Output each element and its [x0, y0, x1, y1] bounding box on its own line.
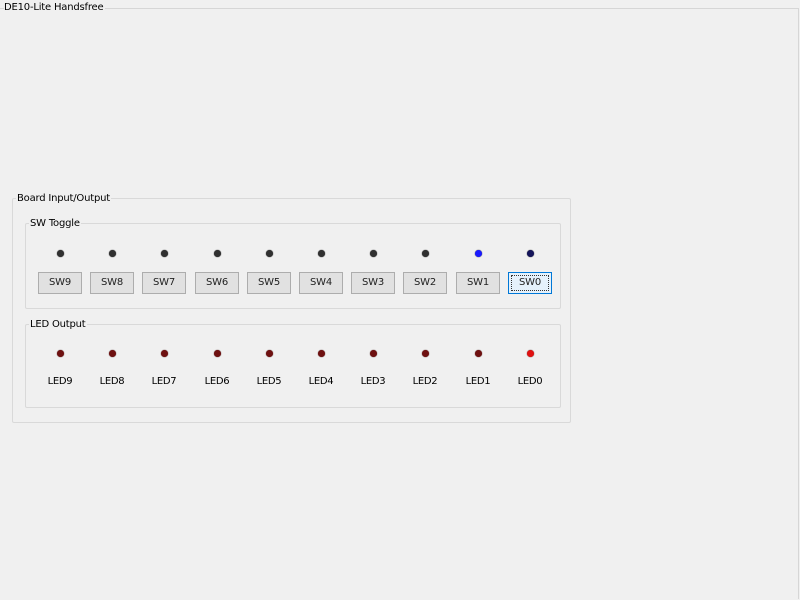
sw-toggle-group	[25, 223, 561, 309]
led-label-led5: LED5	[256, 376, 282, 387]
led-indicator-led4	[317, 350, 325, 357]
switch-indicator-sw0	[526, 250, 534, 257]
switch-indicator-sw8	[108, 250, 116, 257]
switch-button-sw9[interactable]: SW9	[38, 272, 82, 294]
led-indicator-led9	[56, 350, 64, 357]
led-label-led2: LED2	[412, 376, 438, 387]
switch-button-sw5[interactable]: SW5	[247, 272, 291, 294]
led-output-group	[25, 324, 561, 408]
switch-button-sw0[interactable]: SW0	[508, 272, 552, 294]
switch-button-sw7[interactable]: SW7	[142, 272, 186, 294]
main-window: DE10-Lite Handsfree Board Input/Output S…	[0, 0, 800, 600]
switch-button-sw1[interactable]: SW1	[456, 272, 500, 294]
switch-indicator-sw4	[317, 250, 325, 257]
led-label-led6: LED6	[204, 376, 230, 387]
led-label-led3: LED3	[360, 376, 386, 387]
switch-button-sw2[interactable]: SW2	[403, 272, 447, 294]
led-indicator-led5	[265, 350, 273, 357]
switch-indicator-sw3	[369, 250, 377, 257]
switch-button-sw6[interactable]: SW6	[195, 272, 239, 294]
window-title: DE10-Lite Handsfree	[4, 2, 106, 13]
switch-indicator-sw9	[56, 250, 64, 257]
led-label-led7: LED7	[151, 376, 177, 387]
switch-indicator-sw6	[213, 250, 221, 257]
led-indicator-led6	[213, 350, 221, 357]
led-output-group-label: LED Output	[29, 319, 87, 330]
led-indicator-led8	[108, 350, 116, 357]
switch-button-sw4[interactable]: SW4	[299, 272, 343, 294]
led-indicator-led7	[160, 350, 168, 357]
switch-indicator-sw7	[160, 250, 168, 257]
switch-indicator-sw1	[474, 250, 482, 257]
led-label-led0: LED0	[517, 376, 543, 387]
led-label-led8: LED8	[99, 376, 125, 387]
led-indicator-led2	[421, 350, 429, 357]
led-indicator-led3	[369, 350, 377, 357]
led-label-led1: LED1	[465, 376, 491, 387]
led-indicator-led1	[474, 350, 482, 357]
switch-button-sw3[interactable]: SW3	[351, 272, 395, 294]
switch-button-sw8[interactable]: SW8	[90, 272, 134, 294]
led-label-led9: LED9	[47, 376, 73, 387]
led-label-led4: LED4	[308, 376, 334, 387]
led-indicator-led0	[526, 350, 534, 357]
board-io-group-label: Board Input/Output	[16, 193, 111, 204]
switch-indicator-sw2	[421, 250, 429, 257]
sw-toggle-group-label: SW Toggle	[29, 218, 81, 229]
switch-indicator-sw5	[265, 250, 273, 257]
